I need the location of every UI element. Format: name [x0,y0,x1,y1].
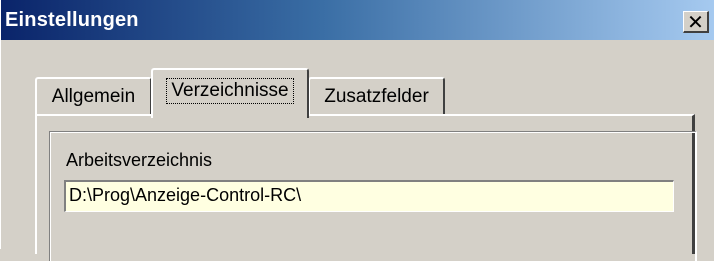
tab-panel: Arbeitsverzeichnis D:\Prog\Anzeige-Contr… [35,114,697,261]
title-bar[interactable]: Einstellungen ✕ [1,0,714,40]
close-button[interactable]: ✕ [683,11,709,33]
working-directory-input[interactable]: D:\Prog\Anzeige-Control-RC\ [64,180,674,212]
working-directory-label: Arbeitsverzeichnis [66,150,213,170]
tab-zusatzfelder[interactable]: Zusatzfelder [308,77,445,115]
directory-group: Arbeitsverzeichnis D:\Prog\Anzeige-Contr… [49,131,697,261]
tab-verzeichnisse[interactable]: Verzeichnisse [151,68,309,118]
close-icon: ✕ [687,9,704,34]
tab-allgemein[interactable]: Allgemein [35,77,152,115]
settings-dialog: Einstellungen ✕ Allgemein Verzeichnisse … [0,0,714,261]
tab-label: Allgemein [51,86,136,107]
window-title: Einstellungen [5,8,139,31]
tab-label: Verzeichnisse [166,78,294,104]
tab-label: Zusatzfelder [324,86,429,107]
